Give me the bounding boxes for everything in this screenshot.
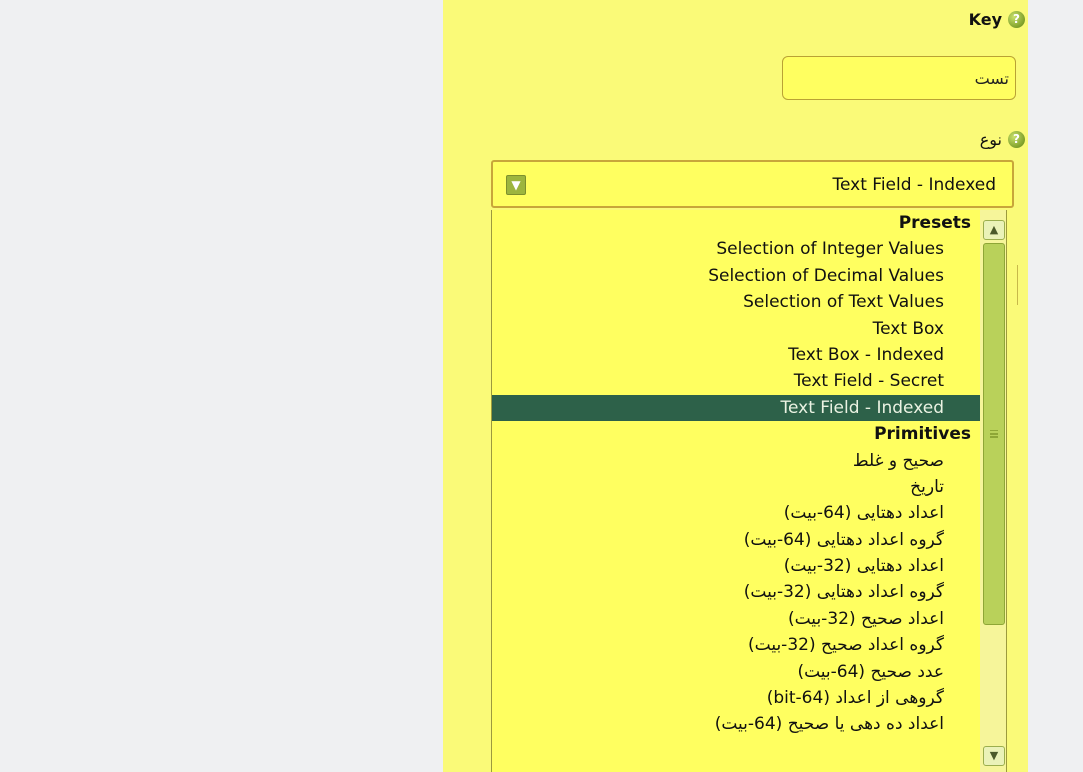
field-edge: [1012, 265, 1018, 305]
dropdown-option[interactable]: گروه اعداد دهتایی (64-بیت): [492, 527, 980, 553]
dropdown-option[interactable]: اعداد دهتایی (64-بیت): [492, 500, 980, 526]
dropdown-option[interactable]: گروه اعداد صحیح (32-بیت): [492, 632, 980, 658]
dropdown-option[interactable]: گروه اعداد دهتایی (32-بیت): [492, 579, 980, 605]
chevron-down-icon[interactable]: ▼: [983, 746, 1005, 766]
dropdown-option[interactable]: Selection of Text Values: [492, 289, 980, 315]
dropdown-option[interactable]: Selection of Decimal Values: [492, 263, 980, 289]
dropdown-options: Presets Selection of Integer Values Select…: [492, 210, 980, 738]
dropdown-option[interactable]: گروهی از اعداد (bit-64): [492, 685, 980, 711]
type-label: نوع: [979, 130, 1002, 149]
type-label-row: ? نوع: [980, 130, 1025, 149]
dropdown-option[interactable]: صحیح و غلط: [492, 448, 980, 474]
dropdown-option[interactable]: عدد صحیح (64-بیت): [492, 659, 980, 685]
help-icon[interactable]: ?: [1008, 11, 1025, 28]
key-label-row: Key ?: [969, 10, 1025, 29]
dropdown-option[interactable]: اعداد دهتایی (32-بیت): [492, 553, 980, 579]
dropdown-option[interactable]: تاریخ: [492, 474, 980, 500]
dropdown-option[interactable]: اعداد ده دهی یا صحیح (64-بیت): [492, 711, 980, 737]
dropdown-option[interactable]: Text Box - Indexed: [492, 342, 980, 368]
chevron-down-icon[interactable]: ▼: [506, 175, 526, 195]
dropdown-option[interactable]: Selection of Integer Values: [492, 236, 980, 262]
chevron-up-icon[interactable]: ▲: [983, 220, 1005, 240]
scrollbar-thumb[interactable]: [983, 243, 1005, 625]
dropdown-option[interactable]: Text Field - Secret: [492, 368, 980, 394]
type-dropdown-list[interactable]: Presets Selection of Integer Values Select…: [491, 210, 1007, 772]
dropdown-scrollbar[interactable]: ▲ ▼: [980, 210, 1006, 772]
help-icon[interactable]: ?: [1008, 131, 1025, 148]
dropdown-option[interactable]: Text Box: [492, 316, 980, 342]
dropdown-option[interactable]: اعداد صحیح (32-بیت): [492, 606, 980, 632]
type-select[interactable]: ▼ Text Field - Indexed: [491, 160, 1014, 208]
dropdown-option[interactable]: Text Field - Indexed: [492, 394, 980, 422]
type-select-value: Text Field - Indexed: [832, 175, 997, 195]
key-input[interactable]: [782, 56, 1016, 100]
key-label: Key: [968, 10, 1002, 29]
option-group-primitives: Primitives: [874, 424, 971, 445]
option-group-presets: Presets: [898, 213, 971, 233]
